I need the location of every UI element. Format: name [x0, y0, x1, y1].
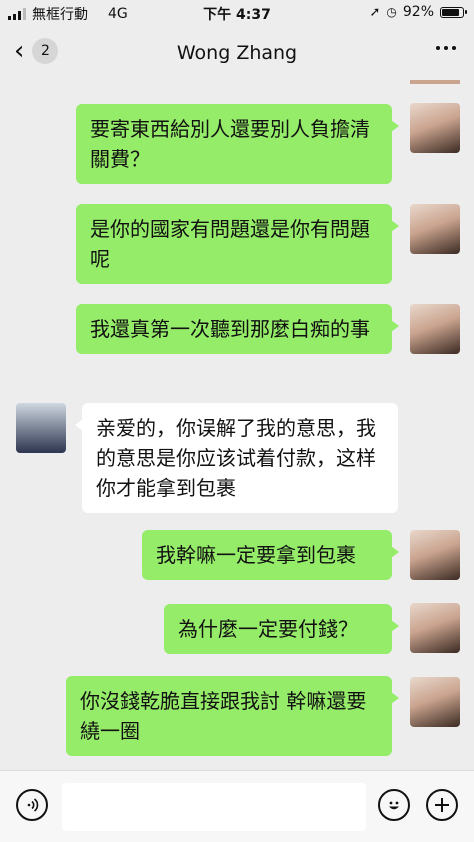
location-icon: ➚	[369, 4, 381, 20]
avatar[interactable]	[410, 677, 460, 727]
battery-fill	[442, 8, 460, 16]
avatar[interactable]	[16, 403, 66, 453]
plus-icon	[435, 798, 449, 812]
more-button[interactable]	[436, 46, 456, 50]
message-bubble[interactable]: 我幹嘛一定要拿到包裹	[142, 530, 399, 580]
message-bubble[interactable]: 要寄東西給別人還要別人負擔清關費？	[76, 104, 399, 184]
plus-button[interactable]	[426, 789, 458, 821]
voice-icon	[27, 798, 39, 812]
chat-list[interactable]: 要寄東西給別人還要別人負擔清關費？ 是你的國家有問題還是你有問題呢 我還真第一次…	[0, 80, 474, 768]
more-dot	[444, 46, 448, 50]
more-dot	[436, 46, 440, 50]
avatar[interactable]	[410, 103, 460, 153]
avatar[interactable]	[410, 204, 460, 254]
voice-button[interactable]	[16, 789, 48, 821]
chat-title: Wong Zhang	[176, 42, 298, 64]
status-bar: 無框行動 4G 下午 4:37 ➚ ◷ 92%	[0, 0, 474, 26]
message-bubble[interactable]: 我還真第一次聽到那麼白痴的事	[76, 304, 399, 354]
alarm-icon: ◷	[386, 5, 397, 19]
avatar[interactable]	[410, 304, 460, 354]
message-bubble[interactable]: 為什麼一定要付錢？	[164, 604, 399, 654]
emoji-icon	[389, 801, 399, 810]
message-bubble[interactable]: 是你的國家有問題還是你有問題呢	[76, 204, 399, 284]
more-dot	[452, 46, 456, 50]
message-input[interactable]	[62, 783, 366, 831]
avatar	[410, 80, 460, 84]
status-right: ➚ ◷ 92%	[369, 4, 467, 20]
battery-label: 92%	[402, 4, 434, 20]
avatar[interactable]	[410, 530, 460, 580]
input-bar	[0, 770, 474, 842]
avatar[interactable]	[410, 603, 460, 653]
battery-icon	[440, 6, 467, 18]
message-bubble[interactable]: 亲爱的，你误解了我的意思，我的意思是你应该试着付款，这样你才能拿到包裹	[75, 403, 398, 513]
emoji-button[interactable]	[378, 789, 410, 821]
nav-bar: ‹ 2 Wong Zhang	[0, 26, 474, 80]
message-bubble[interactable]: 你沒錢乾脆直接跟我討 幹嘛還要繞一圈	[66, 676, 399, 756]
